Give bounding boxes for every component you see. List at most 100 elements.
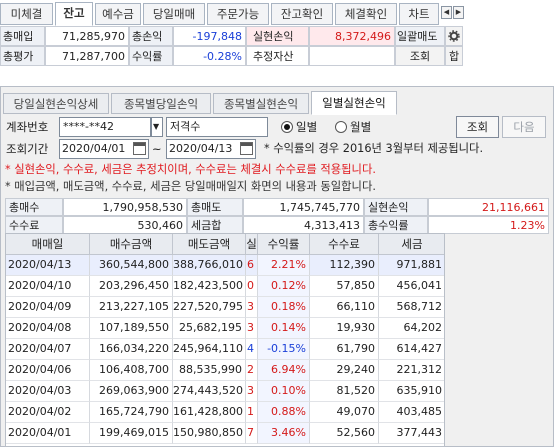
period-label: 조회기간 [6, 142, 49, 156]
tab-deposit[interactable]: 예수금 [95, 3, 141, 25]
batch-sell-label[interactable]: 일괄매도 [395, 26, 445, 46]
cell-tax: 221,312 [379, 360, 444, 381]
calendar-icon[interactable] [240, 142, 253, 155]
table-row[interactable]: 2020/04/10 203,296,450 182,423,500 0 0.12% 57… [6, 276, 444, 297]
cell-sell: 88,535,990 [173, 360, 246, 381]
col-header-return[interactable]: 수익률 [258, 234, 310, 255]
tab-daily-trade[interactable]: 당일매매 [143, 3, 205, 25]
cell-realized: 0 [246, 276, 258, 297]
account-name-field: 저격수 [166, 117, 268, 137]
col-header-buy[interactable]: 매수금액 [90, 234, 173, 255]
tab-today-realized-detail[interactable]: 당일실현손익상세 [3, 93, 109, 114]
cell-tax: 403,485 [379, 402, 444, 423]
daily-pl-grid: 매매일 매수금액 매도금액 실 수익률 수수료 세금 2020/04/13 360… [5, 233, 445, 447]
tab-order-available[interactable]: 주문가능 [207, 3, 269, 25]
cell-sell: 161,428,800 [173, 402, 246, 423]
realized-label: 실현손익 [246, 26, 309, 46]
radio-daily-label[interactable]: 일별 [296, 117, 317, 137]
table-row[interactable]: 2020/04/02 165,724,790 161,428,800 1 0.88% 49… [6, 402, 444, 423]
tab-balance[interactable]: 잔고 [55, 2, 93, 26]
cell-sell: 274,443,520 [173, 381, 246, 402]
tab-next-button[interactable]: ▶ [453, 6, 464, 19]
date-to-field[interactable]: 2020/04/13 [166, 139, 256, 159]
totals-buy-label: 총매수 [5, 198, 63, 216]
radio-monthly[interactable] [335, 121, 347, 133]
cell-date: 2020/04/08 [6, 318, 90, 339]
col-header-tax[interactable]: 세금 [379, 234, 444, 255]
tab-balance-check[interactable]: 잔고확인 [271, 3, 333, 25]
date-to-text: 2020/04/13 [169, 142, 233, 155]
query-button[interactable]: 조회 [395, 46, 445, 66]
cell-return: 0.88% [258, 402, 310, 423]
cell-fee: 52,560 [310, 423, 379, 444]
realized-value: 8,372,496 [309, 26, 395, 46]
table-row[interactable]: 2020/04/09 213,227,105 227,520,795 3 0.18% 66… [6, 297, 444, 318]
cell-sell: 150,980,850 [173, 423, 246, 444]
estimated-assets-value [309, 46, 395, 66]
cell-date: 2020/04/03 [6, 381, 90, 402]
cell-fee: 57,850 [310, 276, 379, 297]
cell-tax: 377,443 [379, 423, 444, 444]
account-dropdown-button[interactable]: ▼ [151, 117, 163, 137]
totals-return-label: 총수익률 [364, 216, 428, 234]
query-button-panel[interactable]: 조회 [456, 116, 499, 138]
next-button[interactable]: 다음 [502, 116, 546, 138]
col-header-realized[interactable]: 실 [246, 234, 258, 255]
cell-return: -0.15% [258, 339, 310, 360]
date-from-field[interactable]: 2020/04/01 [59, 139, 149, 159]
tab-stock-realized-pl[interactable]: 종목별실현손익 [213, 93, 309, 114]
cell-date: 2020/04/02 [6, 402, 90, 423]
cell-tax: 64,202 [379, 318, 444, 339]
note-estimate: * 실현손익, 수수료, 세금은 추정치이며, 수수료는 체결시 수수료를 적용… [5, 163, 376, 176]
cell-buy: 107,189,550 [90, 318, 173, 339]
account-number-field[interactable]: ****-**42 [59, 117, 151, 137]
cell-date: 2020/04/01 [6, 423, 90, 444]
cell-tax: 568,712 [379, 297, 444, 318]
account-label: 계좌번호 [6, 120, 49, 134]
table-row[interactable]: 2020/04/03 269,063,900 274,443,520 3 0.10% 81… [6, 381, 444, 402]
tab-chart[interactable]: 차트 [399, 3, 439, 25]
cell-tax: 971,881 [379, 255, 444, 276]
totals-fee-label: 수수료 [5, 216, 63, 234]
col-header-date[interactable]: 매매일 [6, 234, 90, 255]
cell-buy: 203,296,450 [90, 276, 173, 297]
cell-date: 2020/04/09 [6, 297, 90, 318]
totals-fee-value: 530,460 [63, 216, 187, 234]
gear-icon[interactable] [445, 26, 463, 46]
totals-realized-label: 실현손익 [364, 198, 428, 216]
cell-buy: 269,063,900 [90, 381, 173, 402]
tab-prev-button[interactable]: ◀ [441, 6, 452, 19]
totals-buy-value: 1,790,958,530 [63, 198, 187, 216]
table-row[interactable]: 2020/04/13 360,544,800 388,766,010 6 2.21% 11… [6, 255, 444, 276]
cell-date: 2020/04/07 [6, 339, 90, 360]
table-row[interactable]: 2020/04/08 107,189,550 25,682,195 3 0.14% 19,… [6, 318, 444, 339]
tab-unfilled[interactable]: 미체결 [0, 3, 53, 25]
table-row[interactable]: 2020/04/06 106,408,700 88,535,990 2 6.94% 29,… [6, 360, 444, 381]
table-row[interactable]: 2020/04/01 199,469,015 150,980,850 7 3.46% 52… [6, 423, 444, 444]
col-header-sell[interactable]: 매도금액 [173, 234, 246, 255]
cell-realized: 1 [246, 402, 258, 423]
cell-return: 0.14% [258, 318, 310, 339]
separator [0, 66, 554, 86]
cell-tax: 456,041 [379, 276, 444, 297]
cell-fee: 81,520 [310, 381, 379, 402]
cell-return: 2.21% [258, 255, 310, 276]
col-header-fee[interactable]: 수수료 [310, 234, 379, 255]
tab-stock-today-pl[interactable]: 종목별당일손익 [111, 93, 211, 114]
realized-pl-panel: 당일실현손익상세 종목별당일손익 종목별실현손익 일별실현손익 계좌번호 ***… [0, 86, 554, 447]
return-label: 수익률 [129, 46, 173, 66]
cell-sell: 227,520,795 [173, 297, 246, 318]
return-value: -0.28% [173, 46, 246, 66]
cell-fee: 112,390 [310, 255, 379, 276]
sum-button[interactable]: 합 [445, 46, 463, 66]
radio-daily[interactable] [281, 121, 293, 133]
tab-exec-check[interactable]: 체결확인 [335, 3, 397, 25]
cell-sell: 388,766,010 [173, 255, 246, 276]
period-note: * 수익률의 경우 2016년 3월부터 제공됩니다. [264, 142, 484, 155]
tab-daily-realized-pl[interactable]: 일별실현손익 [311, 91, 397, 115]
calendar-icon[interactable] [133, 142, 146, 155]
totals-return-value: 1.23% [428, 216, 549, 234]
table-row[interactable]: 2020/04/07 166,034,220 245,964,110 4 -0.15% 6… [6, 339, 444, 360]
total-buy-value: 71,285,970 [45, 26, 129, 46]
radio-monthly-label[interactable]: 월별 [350, 117, 371, 137]
